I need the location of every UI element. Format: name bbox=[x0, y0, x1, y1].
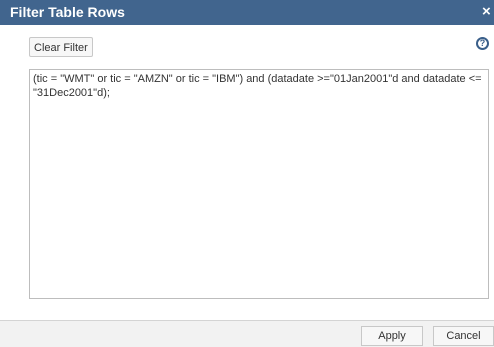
dialog-titlebar: Filter Table Rows × bbox=[0, 0, 494, 25]
help-icon[interactable]: ? bbox=[476, 37, 489, 50]
cancel-button[interactable]: Cancel bbox=[433, 326, 494, 346]
clear-filter-button[interactable]: Clear Filter bbox=[29, 37, 93, 57]
filter-expression-editor[interactable]: (tic = "WMT" or tic = "AMZN" or tic = "I… bbox=[29, 69, 489, 299]
close-icon[interactable]: × bbox=[482, 2, 494, 22]
filter-table-rows-dialog: Filter Table Rows × Clear Filter ? (tic … bbox=[0, 0, 494, 347]
apply-button[interactable]: Apply bbox=[361, 326, 423, 346]
dialog-title: Filter Table Rows bbox=[10, 4, 125, 20]
